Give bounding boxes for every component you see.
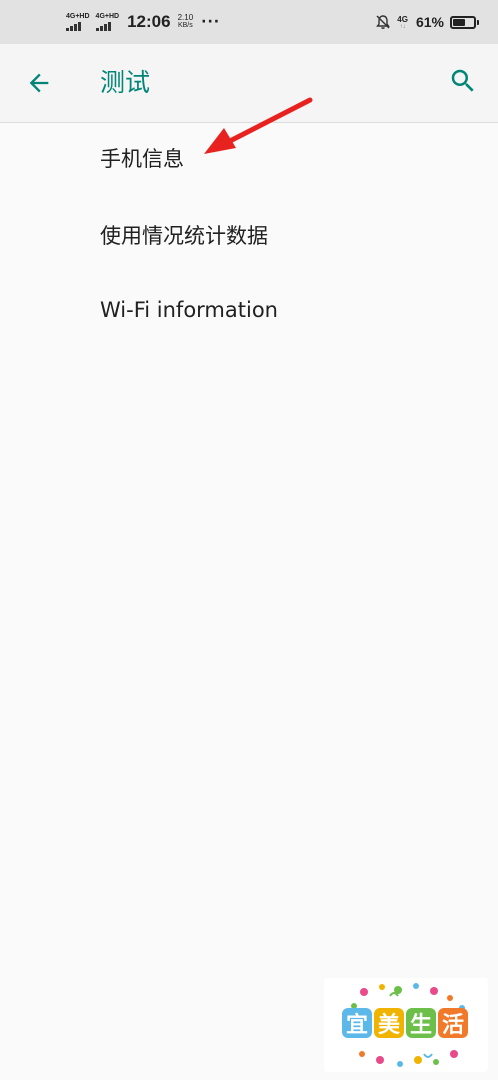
status-right: 4G ↑↓ 61%: [375, 0, 479, 44]
search-icon: [451, 69, 474, 92]
battery-percent: 61%: [415, 14, 444, 30]
annotation-arrow-icon: [204, 97, 313, 154]
back-button[interactable]: [22, 66, 56, 100]
battery-icon: [450, 15, 479, 29]
menu-item-label: 使用情况统计数据: [100, 223, 268, 248]
status-left: 4G+HD 4G+HD 12:06 2.10 KB/s ···: [66, 0, 220, 44]
watermark-char: 生: [406, 1008, 436, 1038]
mute-bell-icon: [376, 15, 391, 29]
page-title: 测试: [100, 68, 151, 97]
signal-icon: [95, 22, 112, 31]
signal-icon: [66, 22, 82, 31]
network-speed-unit: KB/s: [177, 22, 193, 29]
data-activity-icon: ↑↓: [399, 23, 406, 30]
arrow-left-icon: [29, 73, 49, 93]
clock: 12:06: [127, 12, 171, 31]
watermark-char: 活: [438, 1008, 468, 1038]
network-indicator-1: 4G+HD: [66, 13, 90, 31]
menu-item-label: 手机信息: [100, 147, 184, 171]
watermark-char: 宜: [342, 1008, 372, 1038]
network-label-2: 4G+HD: [95, 13, 120, 20]
network-indicator-3: 4G ↑↓: [397, 15, 408, 30]
watermark-char: 美: [374, 1008, 404, 1038]
menu-item-usage-stats[interactable]: 使用情况统计数据: [0, 197, 498, 272]
watermark-logo: 宜 美 生 活: [324, 978, 488, 1072]
status-bar: 4G+HD 4G+HD 12:06 2.10 KB/s ··· 4G ↑↓ 61: [0, 0, 498, 44]
menu-item-wifi-info[interactable]: Wi-Fi information: [0, 272, 498, 347]
battery-level: [453, 18, 465, 26]
more-notifications-icon: ···: [201, 14, 221, 30]
network-indicator-2: 4G+HD: [95, 13, 120, 31]
menu-item-label: Wi-Fi information: [100, 297, 278, 322]
search-button[interactable]: [446, 64, 480, 98]
network-label-3: 4G: [397, 14, 408, 24]
watermark-text: 宜 美 生 活: [342, 1008, 470, 1038]
network-speed-value: 2.10: [177, 13, 194, 22]
network-speed: 2.10 KB/s: [178, 14, 194, 30]
network-label-1: 4G+HD: [66, 13, 90, 20]
